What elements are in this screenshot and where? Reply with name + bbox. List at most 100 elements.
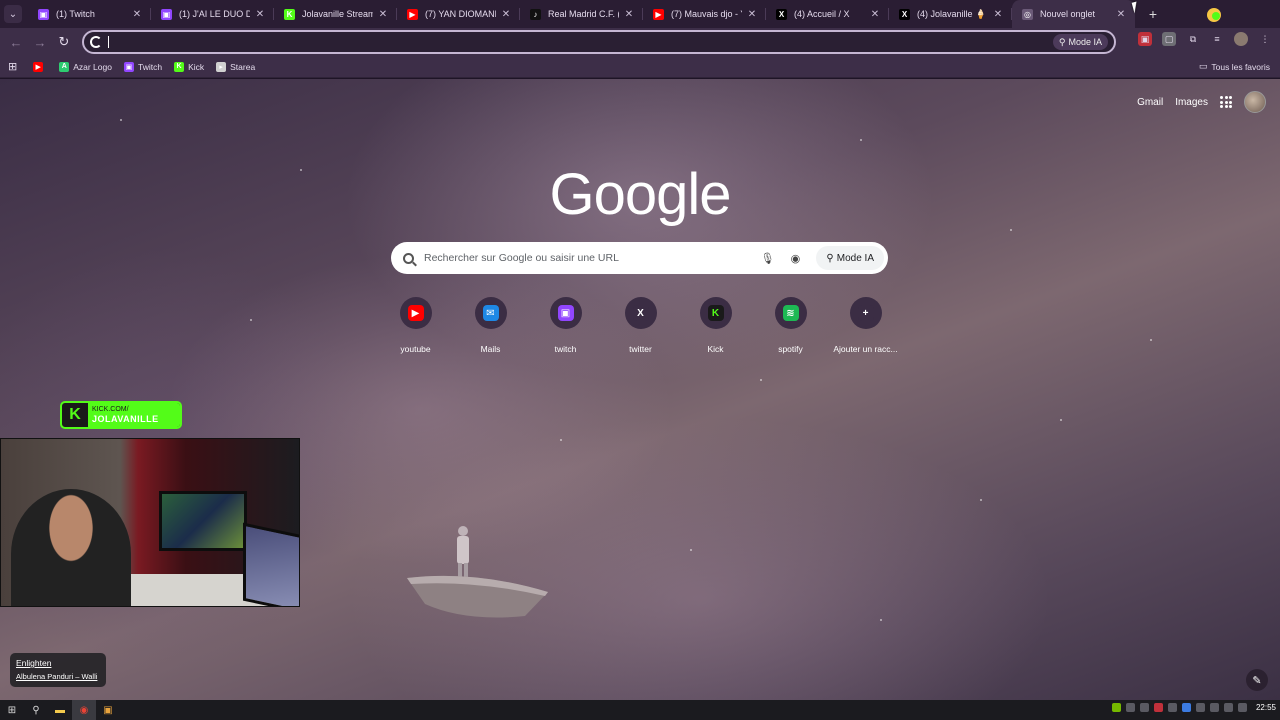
shortcut-tile[interactable]: ▣ twitch xyxy=(528,297,603,354)
shortcut-label: youtube xyxy=(400,344,431,354)
media-controls-icon[interactable]: ≡ xyxy=(1210,32,1224,46)
gmail-link[interactable]: Gmail xyxy=(1137,97,1163,108)
shortcut-tiles: ▶ youtube ✉ Mails ▣ twitch Xtwitter K Kick ≋ spoti… xyxy=(378,297,903,354)
tray-network-icon[interactable] xyxy=(1195,703,1205,712)
twitch-icon: ▣ xyxy=(161,8,172,20)
shortcut-tile[interactable]: Xtwitter xyxy=(603,297,678,354)
browser-tab[interactable]: ▣ (1) Twitch ✕ xyxy=(28,0,151,28)
kick-badge-channel: JOLAVANILLE xyxy=(92,414,159,424)
browser-tab[interactable]: ▣ (1) J'AI LE DUO DE L'V ✕ xyxy=(151,0,274,28)
account-avatar[interactable] xyxy=(1244,91,1266,113)
text-caret xyxy=(108,36,109,48)
search-icon[interactable]: ⚲ xyxy=(24,700,48,720)
tab-search-button[interactable]: ⌄ xyxy=(4,5,22,23)
images-link[interactable]: Images xyxy=(1175,97,1208,108)
customize-pencil-icon[interactable]: ✎ xyxy=(1246,669,1268,691)
tab-title: (7) YAN DIOMANDE | xyxy=(425,9,496,19)
kick-icon: K xyxy=(284,8,295,20)
shortcut-label: spotify xyxy=(778,344,803,354)
shortcut-tile[interactable]: ✉ Mails xyxy=(453,297,528,354)
reload-button[interactable]: ↻ xyxy=(52,30,76,54)
google-lens-icon[interactable]: ◉ xyxy=(788,251,802,265)
new-tab-button[interactable]: + xyxy=(1143,4,1163,24)
shortcut-icon-circle: ▣ xyxy=(549,297,582,329)
close-tab-icon[interactable]: ✕ xyxy=(623,9,635,20)
menu-kebab-icon[interactable]: ⋮ xyxy=(1258,32,1272,46)
close-tab-icon[interactable]: ✕ xyxy=(377,9,389,20)
search-mode-ia-button[interactable]: ⚲ Mode IA xyxy=(816,246,884,270)
close-tab-icon[interactable]: ✕ xyxy=(992,9,1004,20)
bookmark-label: Starea xyxy=(230,61,256,72)
shortcut-tile[interactable]: K Kick xyxy=(678,297,753,354)
app-taskbar-icon[interactable]: ▣ xyxy=(96,700,120,720)
bookmark-item[interactable]: A Azar Logo xyxy=(59,61,112,72)
tray-bluetooth-icon[interactable] xyxy=(1181,703,1191,712)
browser-tab[interactable]: X (4) Jolavanille 🍦 (@J ✕ xyxy=(889,0,1012,28)
twitch-icon: ▣ xyxy=(123,61,134,72)
tray-red-icon[interactable] xyxy=(1153,703,1163,712)
extension-grey-icon[interactable]: ▢ xyxy=(1162,32,1176,46)
browser-toolbar: ← → ↻ ⚲ Mode IA ▣ ▢ ⧉ ≡ ⋮ xyxy=(0,28,1280,56)
tray-shield-icon[interactable] xyxy=(1139,703,1149,712)
extension-red-icon[interactable]: ▣ xyxy=(1138,32,1152,46)
bookmark-item[interactable]: ▶ xyxy=(33,61,47,72)
profile-avatar[interactable] xyxy=(1234,32,1248,46)
shortcut-tile[interactable]: ▶ youtube xyxy=(378,297,453,354)
windows-start-icon[interactable]: ⊞ xyxy=(0,700,24,720)
song-title[interactable]: Enlighten xyxy=(16,658,100,668)
shortcut-tile[interactable]: ≋ spotify xyxy=(753,297,828,354)
kick-icon: K xyxy=(174,61,185,72)
youtube-icon: ▶ xyxy=(407,8,418,20)
tray-app-icon[interactable] xyxy=(1125,703,1135,712)
song-artist[interactable]: Albulena Panduri – Walli xyxy=(16,672,100,681)
shortcut-label: twitter xyxy=(629,344,652,354)
mode-ia-button[interactable]: ⚲ Mode IA xyxy=(1052,34,1108,50)
bookmark-item[interactable]: K Kick xyxy=(174,61,204,72)
address-bar[interactable]: ⚲ Mode IA xyxy=(82,30,1116,54)
close-tab-icon[interactable]: ✕ xyxy=(254,9,266,20)
close-tab-icon[interactable]: ✕ xyxy=(746,9,758,20)
shortcut-label: Mails xyxy=(480,344,501,354)
tray-nvidia-icon[interactable] xyxy=(1111,703,1121,712)
kick-icon: K xyxy=(69,406,81,423)
webcam-monitor xyxy=(159,491,247,551)
tab-title: Jolavanille Stream - V xyxy=(302,9,373,19)
microphone-icon[interactable]: 🎙 xyxy=(760,251,774,265)
tab-title: (1) J'AI LE DUO DE L'V xyxy=(179,9,250,19)
search-placeholder: Rechercher sur Google ou saisir une URL xyxy=(424,252,619,264)
close-tab-icon[interactable]: ✕ xyxy=(869,9,881,20)
back-button[interactable]: ← xyxy=(4,30,28,54)
all-bookmarks-button[interactable]: ▭ Tous les favoris xyxy=(1199,61,1270,72)
close-tab-icon[interactable]: ✕ xyxy=(1115,9,1127,20)
tray-language-icon[interactable] xyxy=(1209,703,1219,712)
forward-button[interactable]: → xyxy=(28,30,52,54)
browser-tab[interactable]: ♪ Real Madrid C.F. (@r ✕ xyxy=(520,0,643,28)
extensions-puzzle-icon[interactable]: ⧉ xyxy=(1186,32,1200,46)
search-box[interactable]: Rechercher sur Google ou saisir une URL … xyxy=(391,242,888,274)
bookmark-item[interactable]: ▣ Twitch xyxy=(123,61,162,72)
tray-volume-icon[interactable] xyxy=(1223,703,1233,712)
browser-tab[interactable]: K Jolavanille Stream - V ✕ xyxy=(274,0,397,28)
file-explorer-icon[interactable]: ▬ xyxy=(48,700,72,720)
close-tab-icon[interactable]: ✕ xyxy=(131,9,143,20)
x-icon: X xyxy=(899,8,910,20)
kick-badge-text: KICK.COM/ JOLAVANILLE xyxy=(88,403,180,427)
twitch-icon: ▣ xyxy=(38,8,49,20)
webcam-streamer xyxy=(11,489,131,606)
google-apps-icon[interactable] xyxy=(1220,96,1232,108)
browser-tab[interactable]: ▶ (7) Mauvais djo - You ✕ xyxy=(643,0,766,28)
shortcut-tile[interactable]: + Ajouter un racc... xyxy=(828,297,903,354)
clock[interactable]: 22:55 xyxy=(1256,703,1276,712)
chrome-taskbar-icon[interactable]: ◉ xyxy=(72,700,96,720)
tray-settings-icon[interactable] xyxy=(1167,703,1177,712)
apps-grid-icon[interactable]: ⊞ xyxy=(8,60,17,73)
now-playing-widget[interactable]: Enlighten Albulena Panduri – Walli xyxy=(10,653,106,687)
shortcut-icon-circle: X xyxy=(624,297,657,329)
browser-tab[interactable]: X (4) Accueil / X ✕ xyxy=(766,0,889,28)
browser-tab[interactable]: ▶ (7) YAN DIOMANDE | ✕ xyxy=(397,0,520,28)
bookmark-item[interactable]: ▸ Starea xyxy=(216,61,256,72)
close-tab-icon[interactable]: ✕ xyxy=(500,9,512,20)
browser-tab[interactable]: ◎ Nouvel onglet ✕ xyxy=(1012,0,1135,28)
tray-battery-icon[interactable] xyxy=(1237,703,1247,712)
tab-title: Nouvel onglet xyxy=(1040,9,1096,19)
